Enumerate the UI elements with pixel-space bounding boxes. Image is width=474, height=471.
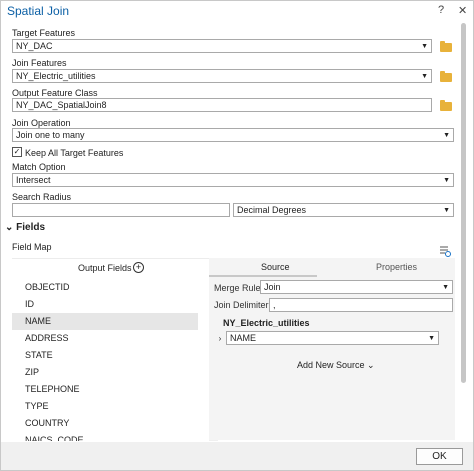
output-feature-class-value: NY_DAC_SpatialJoin8: [16, 100, 107, 110]
add-field-button[interactable]: +: [133, 262, 144, 273]
source-field-value: NAME: [230, 333, 257, 343]
field-map-label: Field Map: [12, 242, 52, 252]
list-item[interactable]: STATE: [12, 347, 198, 364]
folder-icon[interactable]: [440, 100, 452, 111]
dialog-scroll-thumb[interactable]: [461, 23, 466, 383]
output-field-list: OBJECTID ID NAME ADDRESS STATE ZIP TELEP…: [12, 279, 209, 441]
join-features-dropdown[interactable]: NY_Electric_utilities ▼: [12, 69, 432, 83]
folder-icon[interactable]: [440, 41, 452, 52]
source-tab-underline: [209, 275, 317, 277]
search-radius-input[interactable]: [12, 203, 230, 217]
tab-properties[interactable]: Properties: [376, 262, 417, 272]
list-item[interactable]: TELEPHONE: [12, 381, 198, 398]
fieldmap-settings-icon[interactable]: [439, 245, 451, 257]
chevron-down-icon: ▼: [421, 43, 428, 50]
search-radius-unit-dropdown[interactable]: Decimal Degrees ▼: [233, 203, 454, 217]
chevron-down-icon: ▼: [443, 177, 450, 184]
list-item[interactable]: COUNTRY: [12, 415, 198, 432]
join-features-label: Join Features: [12, 58, 67, 68]
search-radius-label: Search Radius: [12, 192, 72, 202]
source-layer-name: NY_Electric_utilities: [223, 318, 310, 328]
fields-section-label: Fields: [16, 222, 46, 233]
match-option-label: Match Option: [12, 162, 66, 172]
chevron-down-icon: ▼: [442, 284, 449, 291]
match-option-dropdown[interactable]: Intersect ▼: [12, 173, 454, 187]
chevron-down-icon: ▼: [421, 73, 428, 80]
output-fields-header: Output Fields: [78, 263, 132, 273]
join-features-value: NY_Electric_utilities: [16, 71, 96, 81]
list-item[interactable]: OBJECTID: [12, 279, 198, 296]
join-delimiter-value: ,: [273, 300, 276, 310]
output-feature-class-label: Output Feature Class: [12, 88, 98, 98]
output-fields-panel: Output Fields + OBJECTID ID NAME ADDRESS…: [12, 258, 218, 441]
keep-all-target-features-label: Keep All Target Features: [25, 148, 124, 158]
add-new-source-button[interactable]: Add New Source ⌄: [297, 360, 375, 371]
help-button[interactable]: ?: [438, 4, 444, 16]
target-features-value: NY_DAC: [16, 41, 53, 51]
fields-section-header[interactable]: ⌄ Fields: [5, 222, 45, 233]
list-item[interactable]: NAICS_CODE: [12, 432, 198, 441]
dialog-footer: OK: [1, 442, 473, 470]
chevron-down-icon: ⌄: [5, 222, 14, 233]
join-operation-value: Join one to many: [16, 130, 85, 140]
list-item[interactable]: ZIP: [12, 364, 198, 381]
field-source-panel: Source Properties Merge Rule Join ▼ Join…: [209, 258, 455, 440]
merge-rule-dropdown[interactable]: Join ▼: [260, 280, 453, 294]
join-delimiter-label: Join Delimiter: [214, 300, 269, 310]
chevron-down-icon: ▼: [443, 207, 450, 214]
dialog-scrollbar[interactable]: [460, 21, 468, 441]
chevron-down-icon: ▼: [443, 132, 450, 139]
dialog-title: Spatial Join: [7, 4, 70, 18]
list-item[interactable]: ADDRESS: [12, 330, 198, 347]
merge-rule-value: Join: [264, 282, 281, 292]
list-item[interactable]: TYPE: [12, 398, 198, 415]
list-item[interactable]: NAME: [12, 313, 198, 330]
tab-source[interactable]: Source: [261, 262, 290, 272]
join-operation-dropdown[interactable]: Join one to many ▼: [12, 128, 454, 142]
output-feature-class-input[interactable]: NY_DAC_SpatialJoin8: [12, 98, 432, 112]
chevron-right-icon[interactable]: ›: [215, 332, 225, 345]
close-button[interactable]: ✕: [458, 4, 467, 17]
join-operation-label: Join Operation: [12, 118, 71, 128]
match-option-value: Intersect: [16, 175, 51, 185]
merge-rule-label: Merge Rule: [214, 283, 261, 293]
chevron-down-icon: ▼: [428, 335, 435, 342]
search-radius-unit-value: Decimal Degrees: [237, 205, 307, 215]
target-features-dropdown[interactable]: NY_DAC ▼: [12, 39, 432, 53]
ok-button[interactable]: OK: [416, 448, 463, 465]
folder-icon[interactable]: [440, 71, 452, 82]
list-item[interactable]: ID: [12, 296, 198, 313]
join-delimiter-input[interactable]: ,: [269, 298, 453, 312]
title-bar: Spatial Join ? ✕: [1, 1, 473, 21]
spatial-join-dialog: Spatial Join ? ✕ Target Features NY_DAC …: [0, 0, 474, 471]
target-features-label: Target Features: [12, 28, 76, 38]
keep-all-target-features-checkbox[interactable]: ✓: [12, 147, 22, 157]
source-field-dropdown[interactable]: NAME ▼: [226, 331, 439, 345]
